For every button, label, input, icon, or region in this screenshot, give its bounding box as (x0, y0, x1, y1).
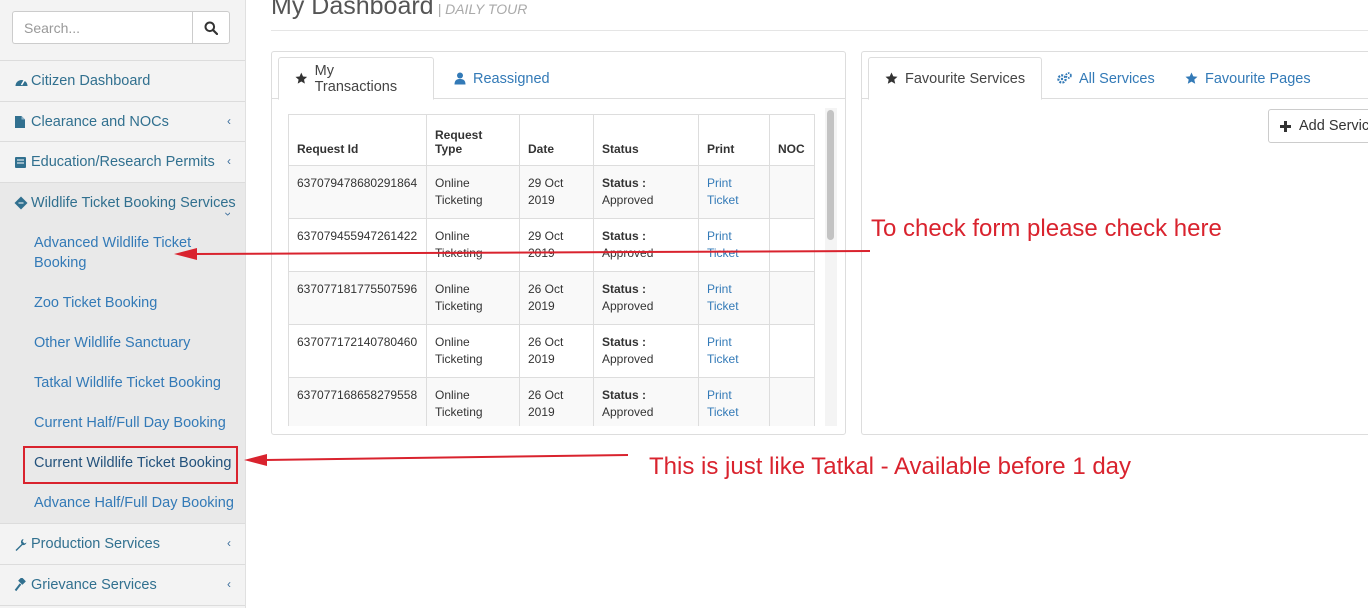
arrowhead-icon (174, 248, 197, 260)
annotation-arrow (194, 250, 871, 255)
annotation-note: To check form please check here (871, 215, 1222, 242)
annotation-arrow (264, 454, 629, 461)
annotation-note: This is just like Tatkal - Available bef… (649, 453, 1132, 480)
annotation-arrows (174, 248, 871, 466)
arrowhead-icon (244, 454, 267, 466)
